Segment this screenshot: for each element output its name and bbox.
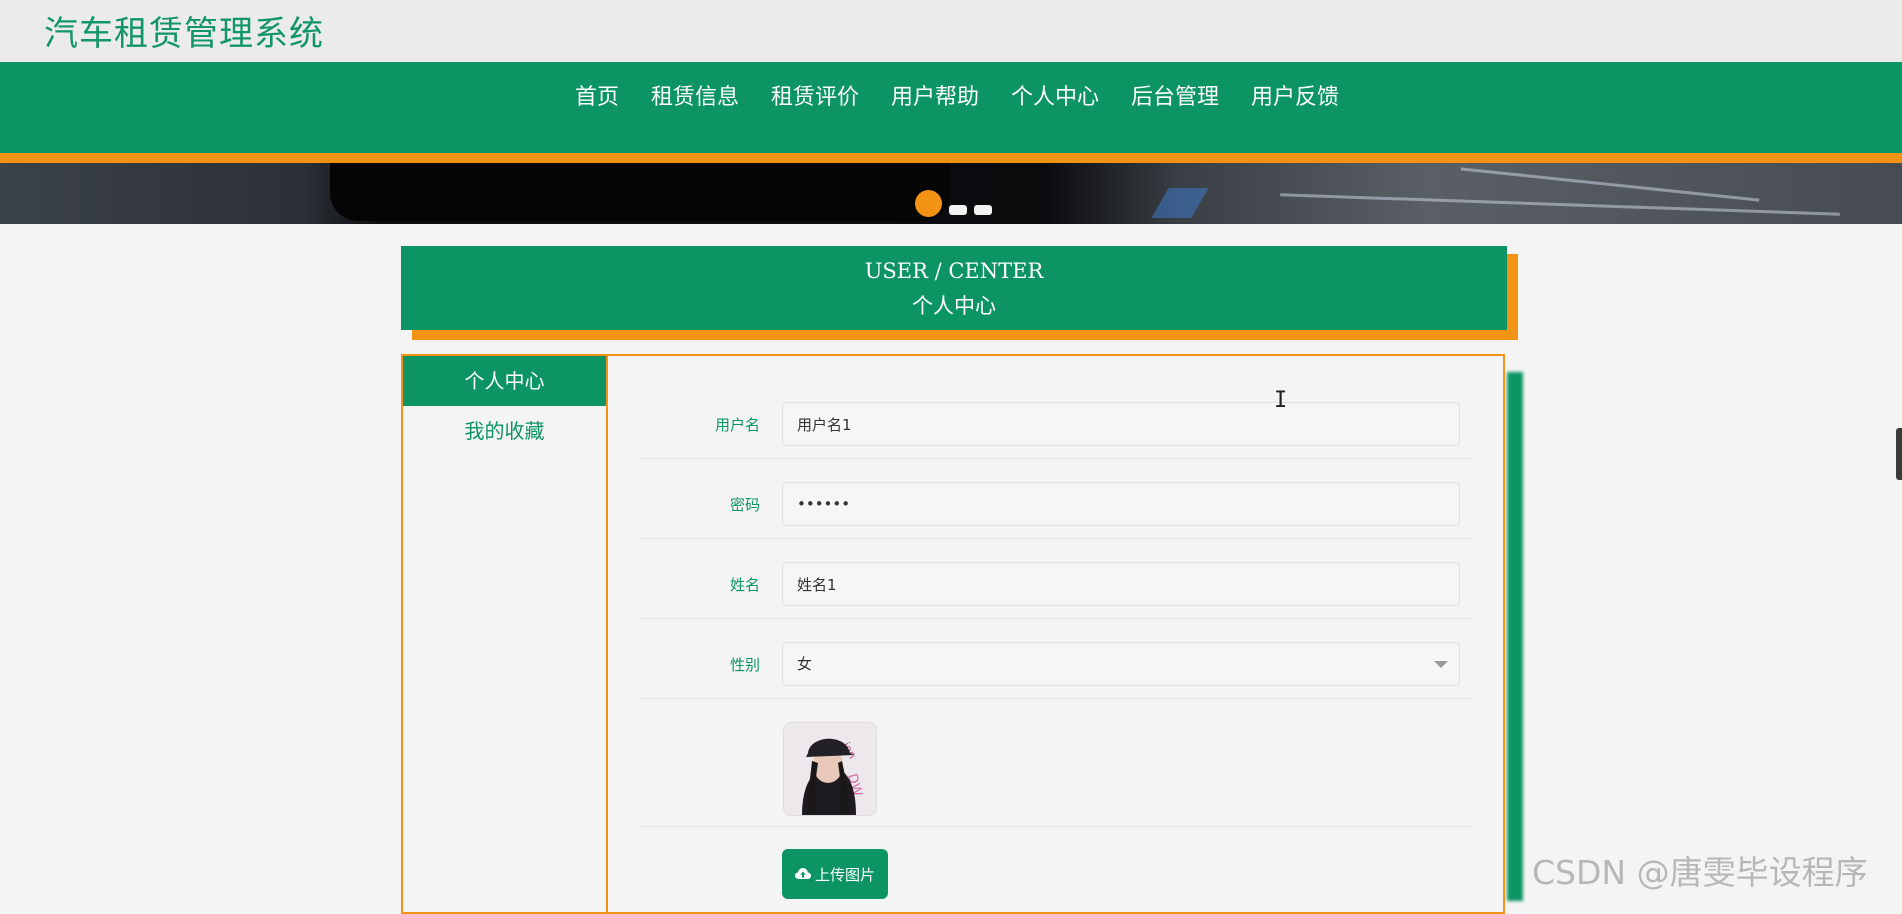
nav-item-personal-center[interactable]: 个人中心 (995, 52, 1115, 143)
nav-list: 首页 租赁信息 租赁评价 用户帮助 个人中心 后台管理 用户反馈 (0, 62, 1902, 153)
text-cursor-icon: I (1274, 388, 1288, 413)
main-nav: 首页 租赁信息 租赁评价 用户帮助 个人中心 后台管理 用户反馈 (0, 62, 1902, 153)
avatar-image: ion DW (784, 723, 876, 815)
row-divider (641, 458, 1471, 459)
gender-select[interactable]: 女 (782, 642, 1460, 686)
panel-side-shadow (1507, 372, 1523, 901)
nav-item-feedback[interactable]: 用户反馈 (1235, 52, 1355, 143)
gender-label: 性别 (729, 656, 760, 674)
password-input[interactable] (782, 482, 1460, 526)
page-header: USER / CENTER 个人中心 (401, 246, 1507, 330)
carousel-dot[interactable] (949, 205, 967, 215)
scrollbar-handle[interactable] (1896, 428, 1902, 480)
upload-image-label: 上传图片 (814, 865, 875, 884)
name-input[interactable] (782, 562, 1460, 606)
banner-car-image (330, 163, 950, 221)
avatar-preview[interactable]: ion DW (783, 722, 877, 816)
banner-road-line (1460, 167, 1760, 202)
page-title-cn: 个人中心 (912, 294, 996, 318)
page-title-en: USER / CENTER (864, 259, 1044, 283)
row-divider (641, 538, 1471, 539)
watermark: CSDN @唐雯毕设程序 (1532, 853, 1868, 892)
nav-item-user-help[interactable]: 用户帮助 (875, 52, 995, 143)
name-label: 姓名 (729, 576, 760, 594)
banner-road-marking (1151, 188, 1209, 218)
nav-accent-stripe (0, 153, 1902, 163)
site-title[interactable]: 汽车租赁管理系统 (44, 6, 324, 55)
username-label: 用户名 (714, 416, 760, 434)
nav-item-admin[interactable]: 后台管理 (1115, 52, 1235, 143)
banner-road-line (1280, 193, 1840, 216)
row-divider (641, 618, 1471, 619)
side-menu: 个人中心 我的收藏 (401, 354, 608, 914)
carousel-dot-active[interactable] (915, 190, 942, 217)
carousel-dot[interactable] (974, 205, 992, 215)
side-menu-item-personal-center[interactable]: 个人中心 (403, 356, 606, 406)
gender-select-value: 女 (797, 655, 813, 673)
password-label: 密码 (729, 496, 760, 514)
nav-item-rental-info[interactable]: 租赁信息 (635, 52, 755, 143)
username-input[interactable] (782, 402, 1460, 446)
upload-image-button[interactable]: 上传图片 (782, 849, 888, 899)
cloud-upload-icon (794, 868, 811, 879)
chevron-down-icon[interactable] (1434, 661, 1448, 668)
side-menu-item-favorites[interactable]: 我的收藏 (403, 406, 606, 456)
row-divider (641, 826, 1471, 827)
nav-item-rental-review[interactable]: 租赁评价 (755, 52, 875, 143)
nav-item-home[interactable]: 首页 (559, 52, 635, 143)
row-divider (641, 698, 1471, 699)
